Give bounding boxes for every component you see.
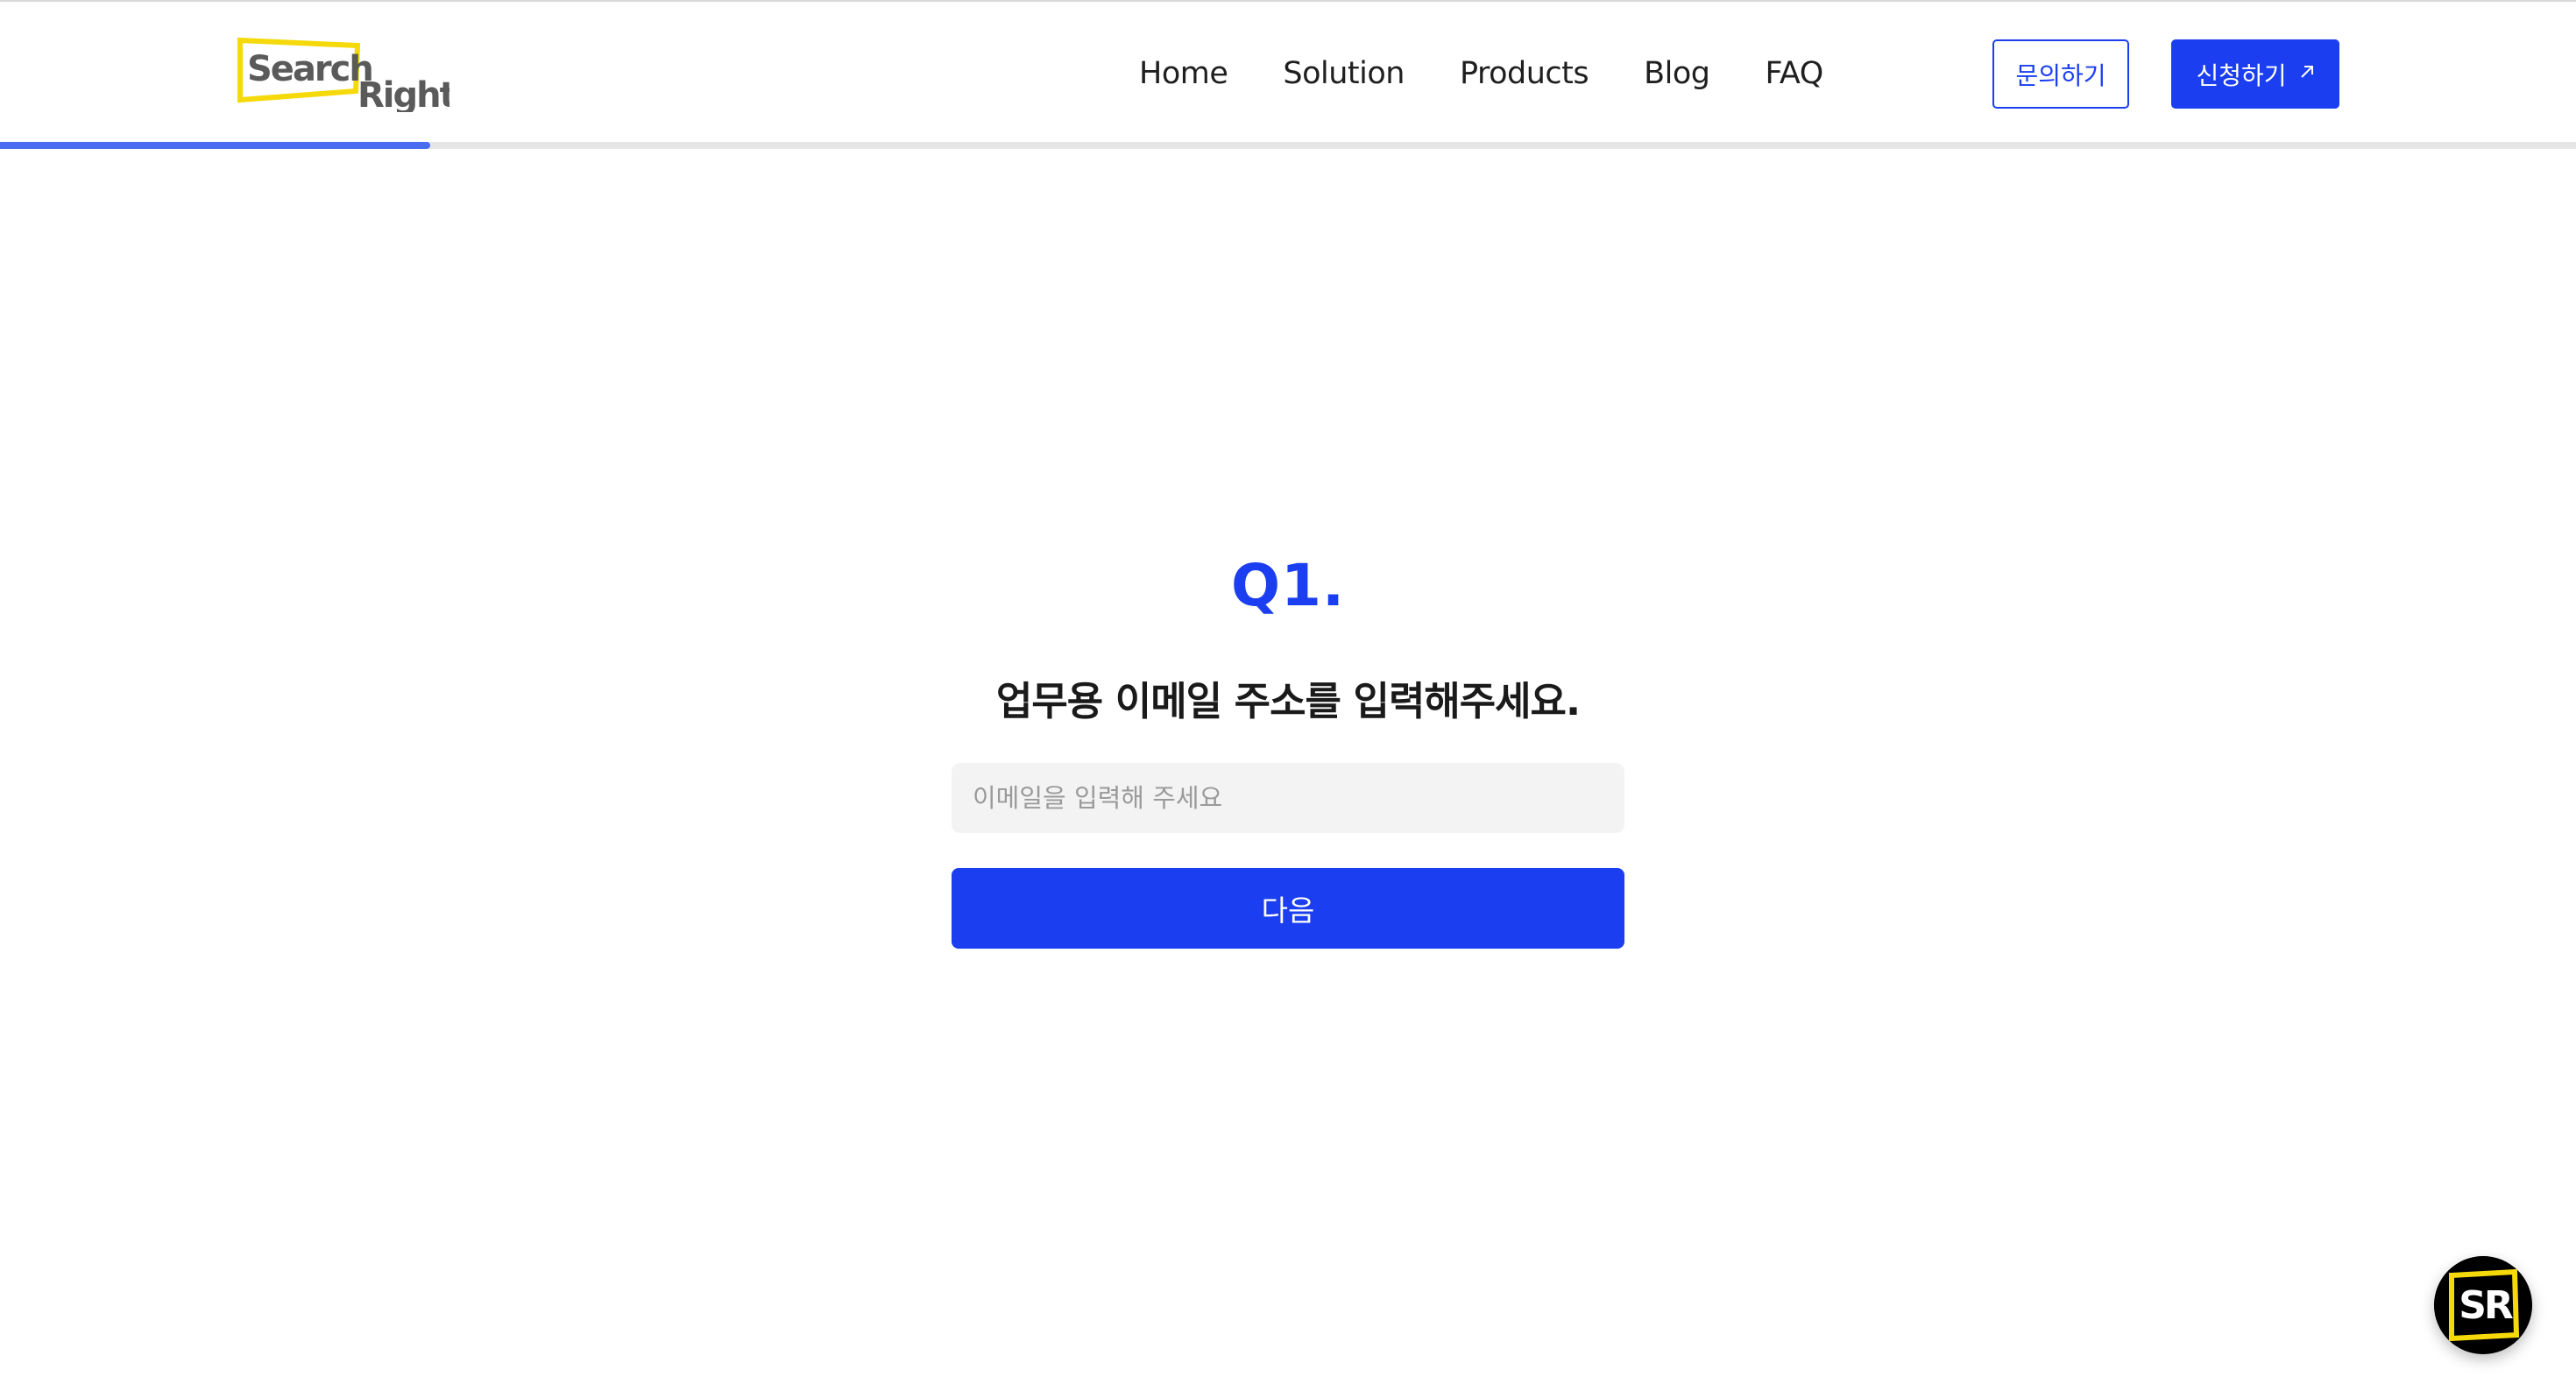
next-button-label: 다음 [1261,893,1315,928]
main-nav: Home Solution Products Blog FAQ [1139,51,1823,96]
searchright-logo[interactable]: Search Right [235,37,449,112]
badge-text: SR [2459,1283,2513,1328]
nav-home[interactable]: Home [1139,56,1228,91]
nav-products[interactable]: Products [1460,56,1589,91]
progress-bar-fill [0,142,430,149]
apply-button-label: 신청하기 [2196,60,2287,90]
nav-blog[interactable]: Blog [1644,56,1710,91]
contact-button-label: 문의하기 [2015,60,2106,90]
logo-text-search: Search [247,49,372,89]
nav-faq[interactable]: FAQ [1765,56,1823,91]
next-button[interactable]: 다음 [952,868,1624,949]
site-header: Search Right Home Solution Products Blog… [0,0,2576,142]
search-right-chat-icon[interactable]: SR [2434,1256,2532,1354]
question-number: Q1. [1230,552,1346,619]
nav-solution[interactable]: Solution [1283,56,1405,91]
progress-bar [0,142,2576,149]
apply-button[interactable]: 신청하기 [2171,39,2339,109]
arrow-up-right-icon [2299,64,2315,84]
contact-button[interactable]: 문의하기 [1992,39,2129,109]
page: Search Right Home Solution Products Blog… [0,0,2576,1398]
logo-text-right: Right [357,75,449,112]
question-text: 업무용 이메일 주소를 입력해주세요. [995,678,1581,724]
email-input[interactable] [952,763,1624,833]
